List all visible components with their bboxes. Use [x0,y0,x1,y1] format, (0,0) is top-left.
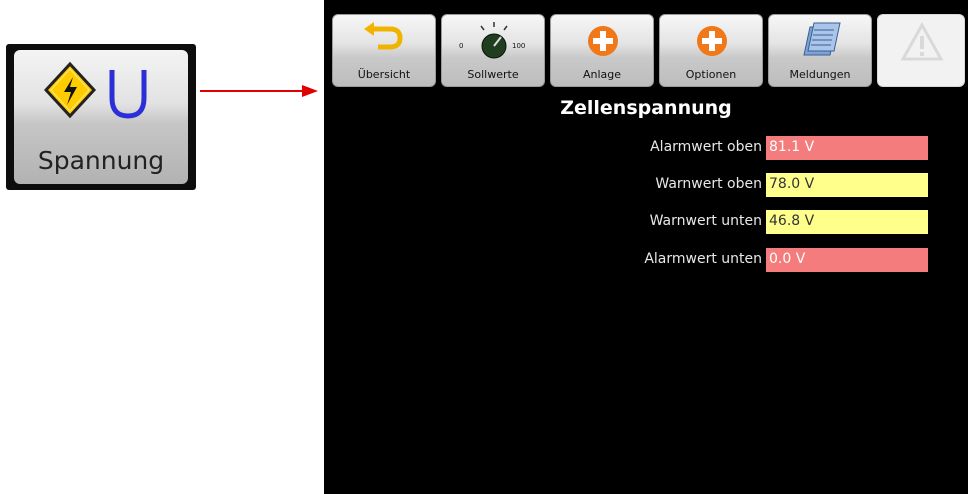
alarm-unten-value[interactable]: 0.0 V [766,248,928,272]
row-warn-unten: Warnwert unten 46.8 V [324,210,968,234]
warn-unten-value[interactable]: 46.8 V [766,210,928,234]
uebersicht-button[interactable]: Übersicht [332,14,436,87]
red-arrow-icon [200,85,318,97]
spannung-label: Spannung [37,146,165,175]
row-warn-oben: Warnwert oben 78.0 V [324,173,968,197]
dial-max-label: 100 [512,42,526,50]
alarm-oben-value[interactable]: 81.1 V [766,136,928,160]
toolbar: Übersicht 0 100 Sollwerte Anlage Optione… [324,0,968,92]
row-label: Warnwert unten [649,213,762,229]
dial-knob-icon [480,22,508,59]
back-arrow-icon [364,22,403,50]
warn-oben-value[interactable]: 78.0 V [766,173,928,197]
documents-icon [803,22,841,56]
row-label: Alarmwert oben [650,139,762,155]
row-label: Warnwert oben [655,176,762,192]
warning-button[interactable] [877,14,965,87]
voltage-u-icon [109,70,147,119]
plus-circle-icon [697,26,727,56]
high-voltage-icon [44,61,147,119]
anlage-button[interactable]: Anlage [550,14,654,87]
meldungen-button[interactable]: Meldungen [768,14,872,87]
plus-circle-icon [588,26,618,56]
row-alarm-unten: Alarmwert unten 0.0 V [324,248,968,272]
sollwerte-button[interactable]: 0 100 Sollwerte [441,14,545,87]
row-label: Alarmwert unten [644,251,762,267]
spannung-button[interactable]: Spannung [14,50,188,184]
spannung-tile[interactable]: Spannung [6,44,196,190]
dial-min-label: 0 [459,42,464,50]
warning-icon [900,21,944,61]
optionen-button[interactable]: Optionen [659,14,763,87]
settings-panel: Übersicht 0 100 Sollwerte Anlage Optione… [324,0,968,494]
row-alarm-oben: Alarmwert oben 81.1 V [324,136,968,160]
page-title: Zellenspannung [560,97,732,119]
